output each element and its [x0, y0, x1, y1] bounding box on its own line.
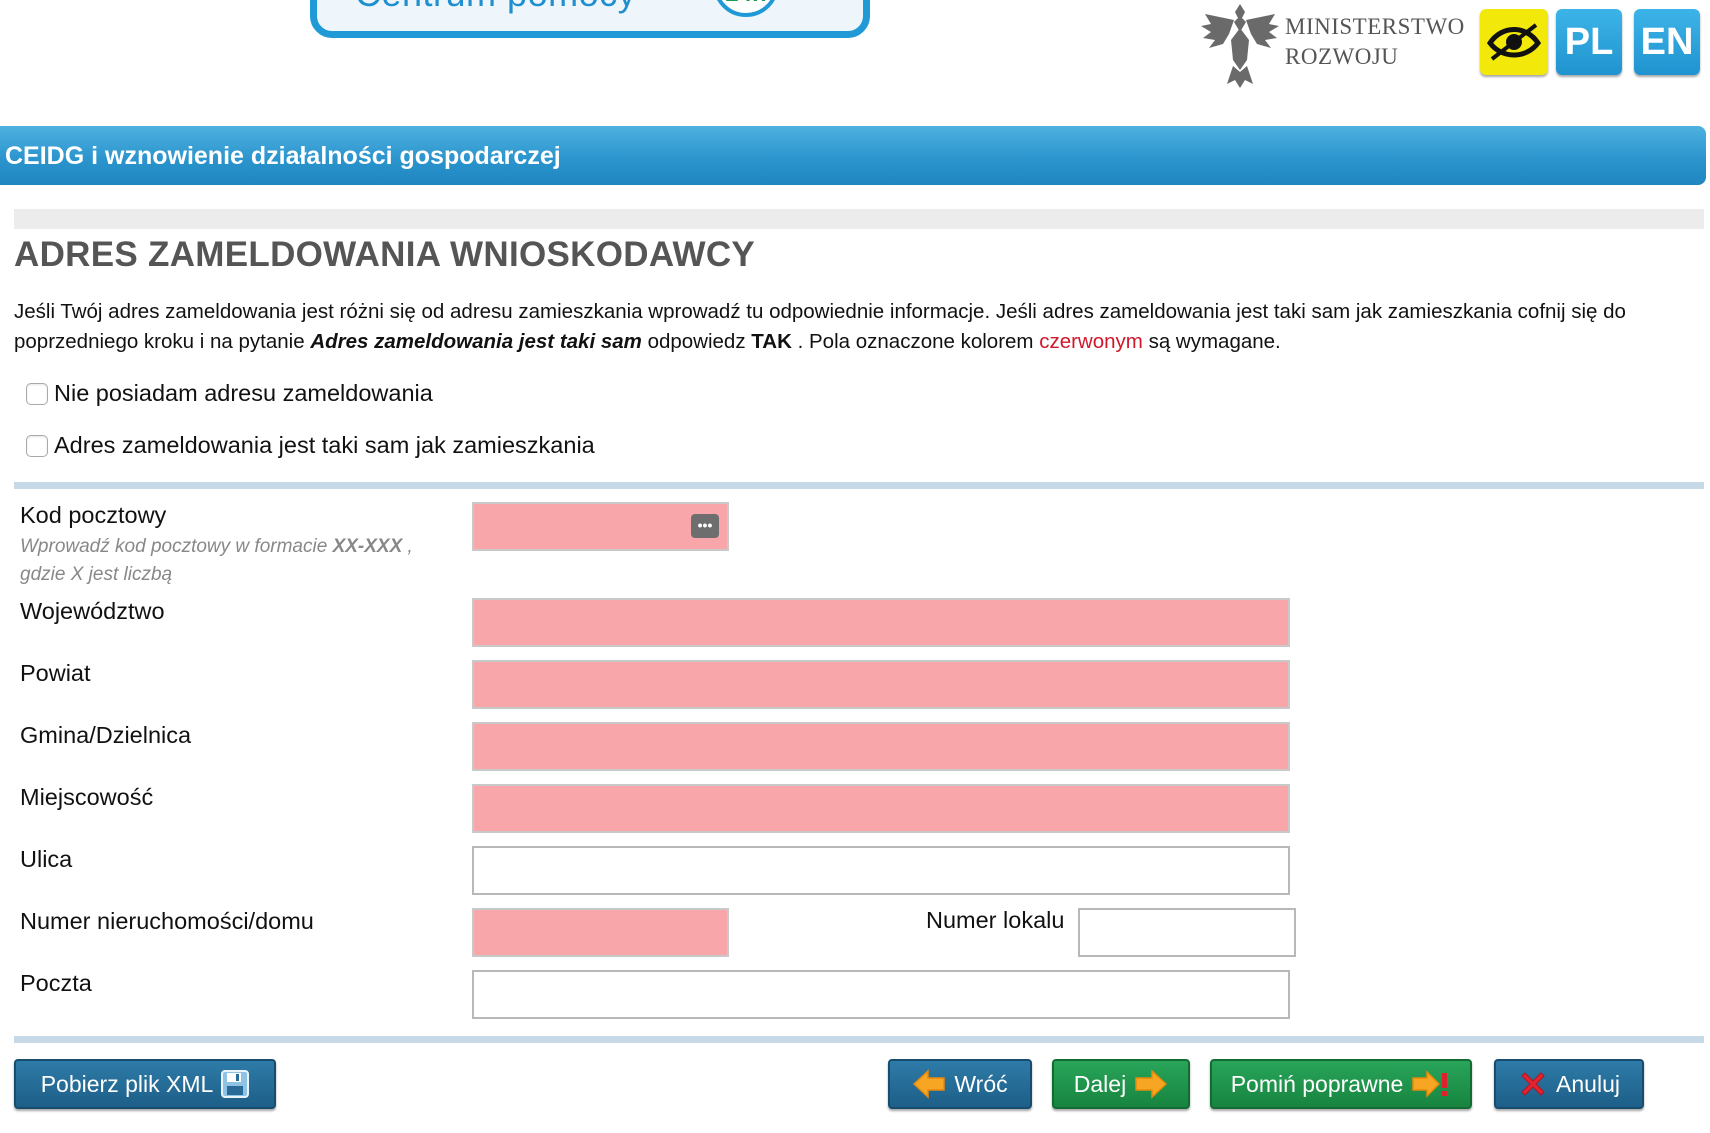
- postal-code-hint: Wprowadź kod pocztowy w formacie XX-XXX …: [20, 533, 440, 589]
- download-xml-button[interactable]: Pobierz plik XML: [14, 1059, 276, 1109]
- apartment-number-input[interactable]: [1078, 908, 1296, 957]
- street-label: Ulica: [20, 846, 73, 872]
- ministry-name-line1: MINISTERSTWO: [1285, 14, 1465, 39]
- post-office-input[interactable]: [472, 970, 1290, 1019]
- skip-valid-button[interactable]: Pomiń poprawne: [1210, 1059, 1472, 1109]
- section-divider: [14, 1036, 1704, 1043]
- banner-title: CEIDG i wznowienie działalności gospodar…: [5, 142, 561, 170]
- close-icon: [1521, 1072, 1545, 1096]
- same-address-label[interactable]: Adres zameldowania jest taki sam jak zam…: [54, 432, 595, 459]
- skip-valid-label: Pomiń poprawne: [1230, 1070, 1404, 1097]
- eye-icon: [1486, 23, 1542, 61]
- same-address-checkbox[interactable]: [26, 434, 48, 457]
- help-center-label: Centrum pomocy: [355, 0, 636, 15]
- commune-label: Gmina/Dzielnica: [20, 722, 192, 748]
- intro-text-part: . Pola oznaczone kolorem: [791, 330, 1040, 353]
- postal-code-label: Kod pocztowy: [20, 502, 167, 528]
- locality-label: Miejscowość: [20, 784, 154, 810]
- back-button[interactable]: Wróć: [888, 1059, 1032, 1109]
- intro-emphasis: Adres zameldowania jest taki sam: [310, 330, 642, 353]
- locality-select[interactable]: [472, 784, 1290, 833]
- building-number-input[interactable]: [472, 908, 729, 957]
- intro-required-color-word: czerwonym: [1039, 330, 1143, 353]
- voivodeship-label: Województwo: [20, 598, 165, 624]
- cancel-button[interactable]: Anuluj: [1494, 1059, 1644, 1109]
- next-button[interactable]: Dalej: [1052, 1059, 1190, 1109]
- high-contrast-button[interactable]: [1480, 9, 1548, 75]
- help-center-button[interactable]: Centrum pomocy 24h: [310, 0, 870, 38]
- cancel-label: Anuluj: [1556, 1070, 1620, 1097]
- next-label: Dalej: [1073, 1070, 1127, 1097]
- apartment-number-label: Numer lokalu: [926, 907, 1065, 933]
- intro-text: Jeśli Twój adres zameldowania jest różni…: [14, 297, 1704, 357]
- divider: [14, 209, 1704, 229]
- commune-select[interactable]: [472, 722, 1290, 771]
- back-label: Wróć: [954, 1070, 1008, 1097]
- county-label: Powiat: [20, 660, 91, 686]
- arrow-left-icon: [913, 1069, 946, 1099]
- language-en-button[interactable]: EN: [1634, 9, 1700, 75]
- intro-text-part: odpowiedz: [641, 330, 752, 353]
- help-24h-badge: 24h: [713, 0, 779, 17]
- intro-answer: TAK: [751, 330, 792, 353]
- language-pl-button[interactable]: PL: [1556, 9, 1622, 75]
- page-title: ADRES ZAMELDOWANIA WNIOSKODAWCY: [14, 235, 756, 274]
- postal-hint-format: XX-XXX: [332, 536, 403, 557]
- no-address-option: Nie posiadam adresu zameldowania: [26, 380, 433, 407]
- arrow-right-icon: [1135, 1069, 1168, 1099]
- postal-hint-text: Wprowadź kod pocztowy w formacie: [20, 536, 333, 557]
- no-address-checkbox[interactable]: [26, 382, 48, 405]
- same-address-option: Adres zameldowania jest taki sam jak zam…: [26, 432, 595, 459]
- post-office-label: Poczta: [20, 970, 92, 996]
- ministry-logo-text: MINISTERSTWO ROZWOJU: [1285, 12, 1465, 72]
- street-input[interactable]: [472, 846, 1290, 895]
- eagle-emblem-icon: [1201, 4, 1279, 88]
- voivodeship-select[interactable]: [472, 598, 1290, 647]
- postal-code-input[interactable]: •••: [472, 502, 729, 551]
- no-address-label[interactable]: Nie posiadam adresu zameldowania: [54, 380, 433, 407]
- floppy-disk-icon: [221, 1070, 250, 1098]
- arrow-right-warning-icon: [1412, 1070, 1448, 1098]
- building-number-label: Numer nieruchomości/domu: [20, 908, 314, 934]
- service-banner: CEIDG i wznowienie działalności gospodar…: [0, 126, 1706, 185]
- county-select[interactable]: [472, 660, 1290, 709]
- download-xml-label: Pobierz plik XML: [40, 1070, 214, 1097]
- intro-text-part: są wymagane.: [1142, 330, 1281, 353]
- ministry-name-line2: ROZWOJU: [1285, 44, 1399, 69]
- autofill-key-icon[interactable]: •••: [691, 514, 719, 538]
- section-divider: [14, 482, 1704, 489]
